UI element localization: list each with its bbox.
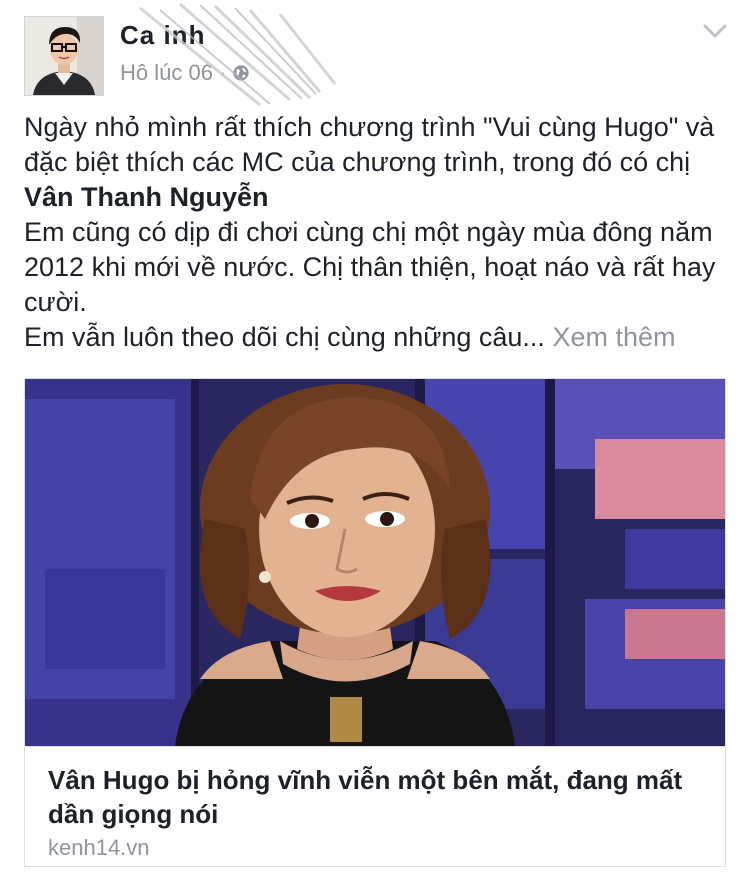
post-body: Ngày nhỏ mình rất thích chương trình "Vu… [24,110,730,355]
see-more-link[interactable]: Xem thêm [552,322,675,352]
paragraph-text: Ngày nhỏ mình rất thích chương trình "Vu… [24,112,715,177]
mentioned-person[interactable]: Vân Thanh Nguyễn [24,182,269,212]
link-title[interactable]: Vân Hugo bị hỏng vĩnh viễn một bên mắt, … [48,763,698,831]
news-photo [25,379,725,746]
post-meta: Hô lúc 06 · [120,60,250,86]
paragraph-text: Em vẫn luôn theo dõi chị cùng những câu.… [24,322,545,352]
post-paragraph: Ngày nhỏ mình rất thích chương trình "Vu… [24,110,730,215]
author-name[interactable]: Ca inh [120,20,205,51]
link-preview-footer: Vân Hugo bị hỏng vĩnh viễn một bên mắt, … [25,746,725,866]
avatar[interactable] [24,16,104,96]
chevron-down-icon[interactable] [702,22,728,40]
profile-photo-icon [25,17,103,95]
post-paragraph: Em vẫn luôn theo dõi chị cùng những câu.… [24,320,730,355]
post-paragraph: Em cũng có dịp đi chơi cùng chị một ngày… [24,217,716,317]
link-domain: kenh14.vn [48,835,150,860]
globe-icon [233,65,249,81]
meta-separator: · [218,60,227,85]
redaction-scribble [139,2,337,107]
link-preview-card[interactable]: Vân Hugo bị hỏng vĩnh viễn một bên mắt, … [24,378,726,867]
post-timestamp[interactable]: Hô lúc 06 [120,60,213,86]
